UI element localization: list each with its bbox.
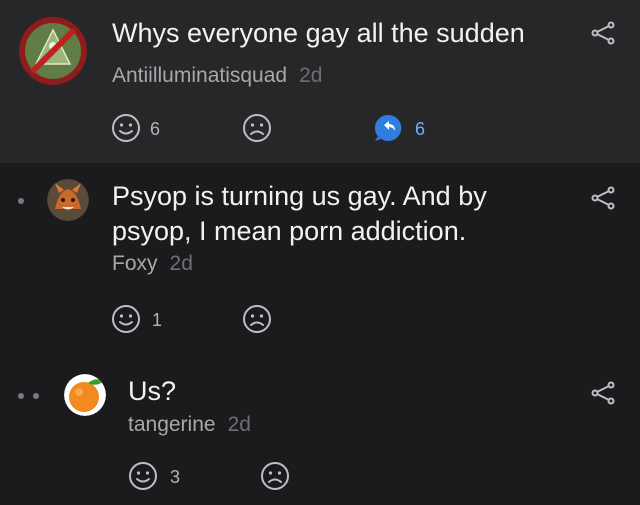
post-meta: Antiilluminatisquad 2d <box>112 63 322 89</box>
like-count: 3 <box>170 467 181 487</box>
frown-icon[interactable] <box>242 113 272 143</box>
original-post[interactable]: Whys everyone gay all the sudden Antiill… <box>0 0 640 163</box>
frown-icon[interactable] <box>242 304 272 334</box>
reply-avatar[interactable] <box>47 179 89 221</box>
smiley-icon[interactable] <box>128 461 158 491</box>
share-icon[interactable] <box>590 185 616 211</box>
smiley-icon[interactable] <box>111 304 141 334</box>
post-age: 2d <box>299 64 323 87</box>
reply-avatar[interactable] <box>64 374 106 416</box>
author-name[interactable]: tangerine <box>128 413 216 436</box>
reply-item[interactable]: Psyop is turning us gay. And by psyop, I… <box>0 163 640 358</box>
reply-age: 2d <box>169 252 193 275</box>
like-count: 6 <box>150 119 161 139</box>
reply-meta: Foxy 2d <box>112 251 193 277</box>
like-count: 1 <box>152 310 163 330</box>
author-name[interactable]: Antiilluminatisquad <box>112 64 287 87</box>
share-icon[interactable] <box>590 380 616 406</box>
reply-item[interactable]: Us? tangerine 2d 3 <box>0 358 640 505</box>
post-title: Whys everyone gay all the sudden <box>112 18 525 48</box>
author-avatar[interactable] <box>18 16 88 86</box>
reply-text-line1: Psyop is turning us gay. And by <box>112 181 487 211</box>
thread-dot <box>18 393 24 399</box>
frown-icon[interactable] <box>260 461 290 491</box>
share-icon[interactable] <box>590 20 616 46</box>
smiley-icon[interactable] <box>111 113 141 143</box>
reply-meta: tangerine 2d <box>128 412 251 438</box>
author-name[interactable]: Foxy <box>112 252 158 275</box>
thread-dot <box>33 393 39 399</box>
reply-count: 6 <box>415 119 426 139</box>
reply-age: 2d <box>227 413 251 436</box>
thread-dot <box>18 198 24 204</box>
reply-text-line2: psyop, I mean porn addiction. <box>112 216 467 246</box>
reply-bubble-icon[interactable] <box>373 113 403 143</box>
reply-text-line1: Us? <box>128 376 177 406</box>
